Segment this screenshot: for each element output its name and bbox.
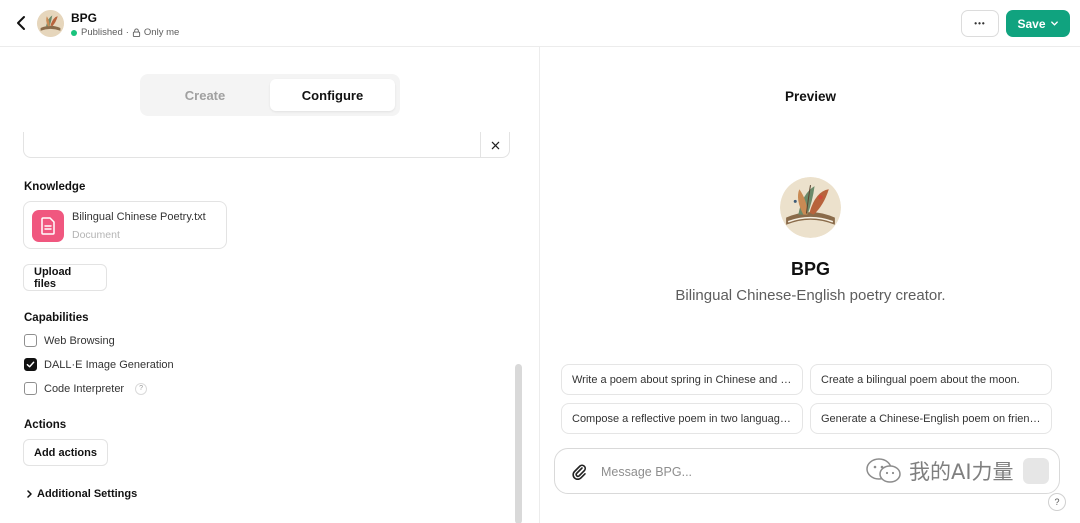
bot-name: BPG [790,259,830,279]
publish-meta: Published · Only me [71,27,179,38]
capability-web-browsing[interactable]: Web Browsing [24,334,115,347]
editor-scrollbar[interactable] [515,364,522,523]
help-icon[interactable]: ? [135,382,148,395]
chevron-down-icon [1050,21,1058,26]
actions-label: Actions [24,419,67,431]
remove-starter-button[interactable] [480,132,509,158]
send-button[interactable] [1023,458,1049,484]
published-status-dot [71,29,77,36]
capability-label: DALL·E Image Generation [44,358,174,371]
chevron-right-icon [27,490,32,498]
message-input[interactable] [601,462,861,482]
more-options-button[interactable]: ••• [961,10,999,37]
starter-text: Create a bilingual poem about the moon. [821,373,1020,386]
save-button[interactable]: Save [1006,10,1070,37]
conversation-starter[interactable]: Create a bilingual poem about the moon. [810,364,1052,395]
capability-label: Code Interpreter [44,382,125,395]
gpt-name: BPG [71,11,98,25]
conversation-starter[interactable]: Compose a reflective poem in two languag… [561,403,803,434]
preview-avatar [780,177,841,238]
mode-tabs: Create Configure [140,74,400,116]
save-label: Save [1017,16,1046,31]
check-icon [26,361,35,368]
additional-settings-label: Additional Settings [37,488,138,500]
conversation-starter-field[interactable] [23,132,510,158]
lock-icon [132,28,141,37]
capability-dalle[interactable]: DALL·E Image Generation [24,358,174,371]
message-composer [554,448,1060,494]
starter-text: Write a poem about spring in Chinese and… [572,373,792,386]
web-browsing-checkbox[interactable] [24,334,37,347]
top-bar: BPG Published · Only me ••• Save [0,0,1080,47]
chevron-left-icon [17,16,25,30]
publish-status: Published [81,27,123,38]
capability-label: Web Browsing [44,334,115,347]
conversation-starter[interactable]: Generate a Chinese-English poem on frien… [810,403,1052,434]
document-icon [32,210,64,242]
editor-panel: Create Configure Knowledge Bilingual Chi… [0,47,540,523]
paperclip-icon[interactable] [569,462,589,482]
dalle-checkbox[interactable] [24,358,37,371]
file-name: Bilingual Chinese Poetry.txt [72,211,206,223]
bot-description: Bilingual Chinese-English poetry creator… [675,287,946,304]
upload-files-button[interactable]: Upload files [23,264,107,291]
preview-title: Preview [784,89,837,104]
preview-panel: Preview BPG Bilingual Chinese-English po… [541,47,1080,523]
starter-text: Generate a Chinese-English poem on frien… [821,412,1041,425]
back-button[interactable] [10,12,32,34]
conversation-starter[interactable]: Write a poem about spring in Chinese and… [561,364,803,395]
knowledge-file-card[interactable]: Bilingual Chinese Poetry.txt Document [23,201,227,249]
additional-settings-toggle[interactable]: Additional Settings [26,488,137,500]
capability-code-interpreter[interactable]: Code Interpreter ? [24,382,148,395]
meta-separator: · [125,27,129,38]
close-icon [491,141,499,149]
file-type: Document [72,229,120,241]
capabilities-label: Capabilities [24,312,89,324]
tab-create[interactable]: Create [140,74,270,116]
starter-text: Compose a reflective poem in two languag… [572,412,792,425]
add-actions-button[interactable]: Add actions [23,439,108,466]
tab-configure[interactable]: Configure [270,79,395,111]
gpt-avatar [37,10,64,37]
more-dots-icon: ••• [974,19,986,28]
help-button[interactable]: ? [1048,493,1066,511]
visibility-label: Only me [143,27,180,38]
code-interpreter-checkbox[interactable] [24,382,37,395]
knowledge-label: Knowledge [24,181,86,193]
